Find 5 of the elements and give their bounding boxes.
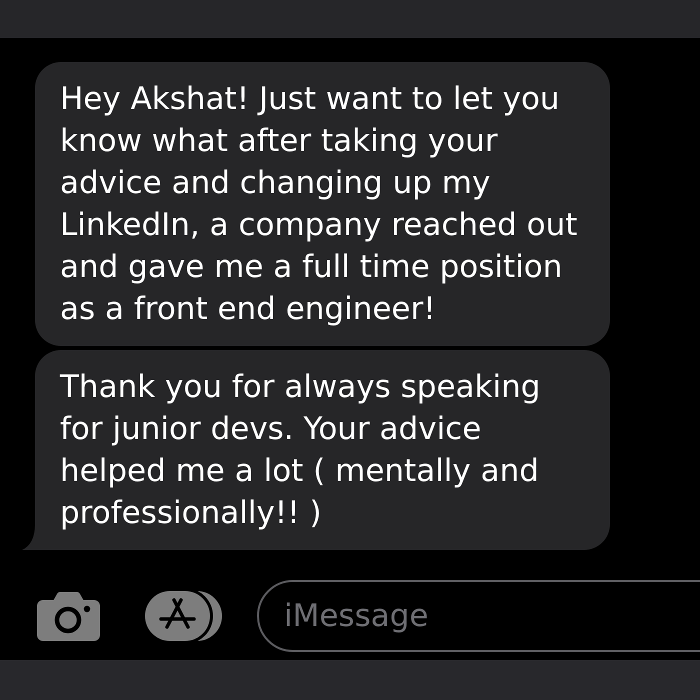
app-store-icon[interactable] xyxy=(145,591,222,641)
message-bubble: Thank you for always speaking for junior devs. Your advice helped me a lot ( mentally and professionally!! ) xyxy=(35,350,610,550)
message-bubble: Hey Akshat! Just want to let you know what after taking your advice and changing up my LinkedIn, a company reached out and gave me a full time position as a front end engineer! xyxy=(35,62,610,346)
camera-icon[interactable] xyxy=(37,592,100,640)
message-field[interactable]: iMessage xyxy=(257,580,700,652)
